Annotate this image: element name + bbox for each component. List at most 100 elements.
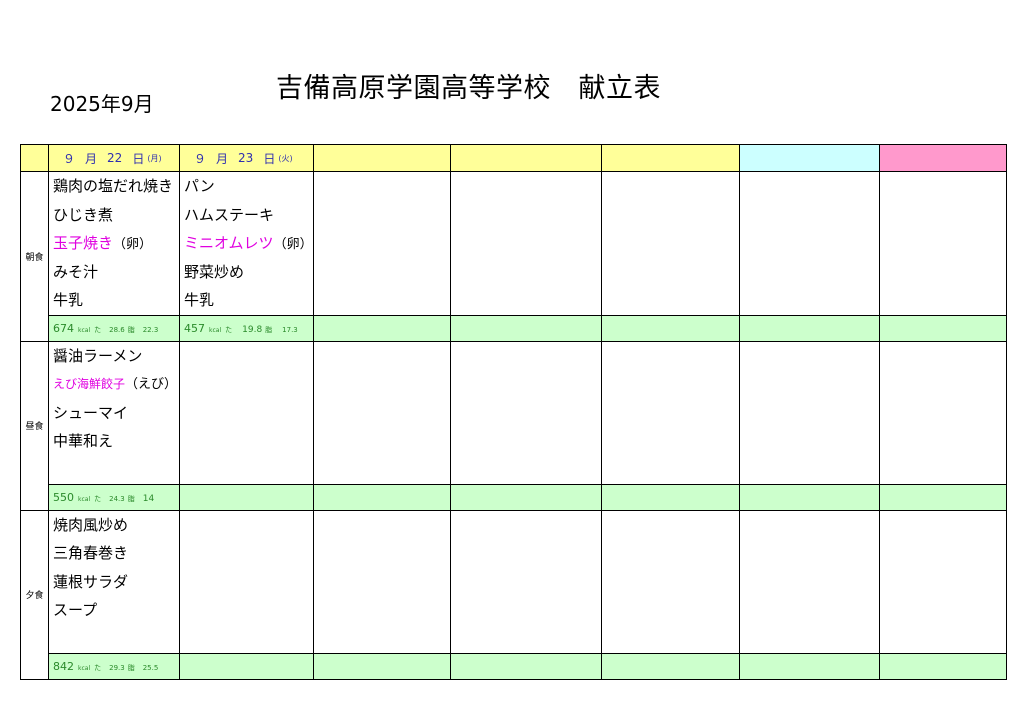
protein-label: た xyxy=(94,663,102,672)
fat-value: 25.5 xyxy=(142,663,159,672)
lunch-cell-empty xyxy=(738,340,880,485)
breakfast-cell-empty xyxy=(878,171,1007,316)
date-weekday: (火) xyxy=(278,153,293,163)
fat-value: 22.3 xyxy=(142,325,159,334)
date-header-day7 xyxy=(878,144,1007,172)
dinner-cell-empty xyxy=(600,509,740,654)
nutrition-cell-empty xyxy=(179,652,314,680)
nutrition-cell-empty xyxy=(449,314,602,342)
dish-item: ひじき煮 xyxy=(53,205,114,224)
kcal-unit: kcal xyxy=(209,326,222,334)
nutrition-cell-day1: 842 kcal た 29.3 脂 25.5 xyxy=(48,652,180,680)
month-label: 2025年9月 xyxy=(50,92,154,116)
dish-item: 三角春巻き xyxy=(53,544,129,562)
date-month-unit: 月 xyxy=(216,151,229,166)
date-header-day5 xyxy=(600,144,740,172)
nutrition-cell-empty xyxy=(179,483,314,511)
date-header-day3 xyxy=(312,144,451,172)
nutrition-cell-empty xyxy=(449,483,602,511)
meal-label-breakfast: 朝食 xyxy=(20,171,49,342)
dish-item: スープ xyxy=(53,601,98,619)
date-header-day4 xyxy=(449,144,602,172)
breakfast-cell-empty xyxy=(600,171,740,316)
kcal-value: 674 xyxy=(53,321,74,335)
breakfast-cell-day1: 鶏肉の塩だれ焼き ひじき煮 玉子焼き（卵） みそ汁 牛乳 xyxy=(48,171,180,316)
dish-item: 牛乳 xyxy=(184,291,215,309)
fat-label: 脂 xyxy=(265,325,273,334)
date-day: 22 xyxy=(107,151,123,165)
protein-label: た xyxy=(94,494,102,503)
lunch-cell-empty xyxy=(179,340,314,485)
nutrition-cell-empty xyxy=(600,652,740,680)
nutrition-cell-empty xyxy=(738,314,880,342)
kcal-unit: kcal xyxy=(78,495,91,503)
dish-item: 牛乳 xyxy=(53,291,84,309)
breakfast-cell-day2: パン ハムステーキ ミニオムレツ（卵） 野菜炒め 牛乳 xyxy=(179,171,314,316)
kcal-value: 457 xyxy=(184,321,205,335)
lunch-cell-empty xyxy=(600,340,740,485)
meal-label-dinner: 夕食 xyxy=(20,509,49,680)
nutrition-cell-empty xyxy=(312,314,451,342)
dish-item: 野菜炒め xyxy=(184,262,245,281)
date-header-day2: ９ 月 23 日 (火) xyxy=(179,144,314,172)
date-header-row: ９ 月 22 日 (月) ９ 月 23 日 (火) xyxy=(20,144,1007,172)
protein-value: 28.6 xyxy=(109,325,125,334)
breakfast-nutrition-row: 674 kcal た 28.6 脂 22.3 457 kcal た 19.8 脂… xyxy=(21,314,1007,342)
nutrition-cell-empty xyxy=(449,652,602,680)
dinner-cell-empty xyxy=(449,509,602,654)
nutrition-cell-empty xyxy=(600,483,740,511)
dish-item-allergen: えび海鮮餃子（えび） xyxy=(53,377,178,392)
date-month: ９ xyxy=(63,151,76,166)
breakfast-row: 朝食 鶏肉の塩だれ焼き ひじき煮 玉子焼き（卵） みそ汁 牛乳 パン ハムステー… xyxy=(20,171,1007,342)
dinner-row: 夕食 焼肉風炒め 三角春巻き 蓮根サラダ スープ xyxy=(20,509,1007,680)
protein-label: た xyxy=(94,325,102,334)
nutrition-cell-empty xyxy=(878,314,1007,342)
dish-item-allergen: ミニオムレツ（卵） xyxy=(184,234,313,252)
dish-item: シューマイ xyxy=(53,403,129,422)
allergen-note: （えび） xyxy=(125,377,178,392)
dish-item: 焼肉風炒め xyxy=(53,515,129,534)
breakfast-cell-empty xyxy=(449,171,602,316)
dish-item: パン xyxy=(184,177,215,195)
nutrition-cell-day2: 457 kcal た 19.8 脂 17.3 xyxy=(179,314,314,342)
dinner-cell-day1: 焼肉風炒め 三角春巻き 蓮根サラダ スープ xyxy=(48,509,180,654)
nutrition-cell-empty xyxy=(738,652,880,680)
dinner-cell-empty xyxy=(312,509,451,654)
meal-label-lunch: 昼食 xyxy=(20,340,49,511)
date-day-unit: 日 xyxy=(263,151,276,166)
nutrition-cell-empty xyxy=(312,483,451,511)
fat-label: 脂 xyxy=(127,325,135,334)
nutrition-cell-day1: 550 kcal た 24.3 脂 14 xyxy=(48,483,180,511)
nutrition-cell-day1: 674 kcal た 28.6 脂 22.3 xyxy=(48,314,180,342)
nutrition-cell-empty xyxy=(312,652,451,680)
allergen-note: （卵） xyxy=(113,237,153,252)
protein-label: た xyxy=(225,325,233,334)
fat-label: 脂 xyxy=(127,663,135,672)
kcal-unit: kcal xyxy=(78,326,91,334)
date-day-unit: 日 xyxy=(132,151,145,166)
lunch-cell-empty xyxy=(878,340,1007,485)
allergen-note: （卵） xyxy=(273,237,313,252)
nutrition-cell-empty xyxy=(738,483,880,511)
lunch-cell-empty xyxy=(312,340,451,485)
fat-value: 14 xyxy=(142,493,155,504)
nutrition-cell-empty xyxy=(878,652,1007,680)
dinner-cell-empty xyxy=(738,509,880,654)
lunch-nutrition-row: 550 kcal た 24.3 脂 14 xyxy=(21,483,1007,511)
nutrition-cell-empty xyxy=(878,483,1007,511)
header-stub-cell xyxy=(20,144,49,172)
fat-label: 脂 xyxy=(127,494,135,503)
date-month: ９ xyxy=(194,151,207,166)
dish-item: 鶏肉の塩だれ焼き xyxy=(53,177,174,195)
dinner-cell-empty xyxy=(179,509,314,654)
lunch-cell-empty xyxy=(449,340,602,485)
dish-item: 醤油ラーメン xyxy=(53,346,143,365)
breakfast-cell-empty xyxy=(738,171,880,316)
kcal-value: 842 xyxy=(53,659,74,673)
dinner-nutrition-row: 842 kcal た 29.3 脂 25.5 xyxy=(21,652,1007,680)
kcal-value: 550 xyxy=(53,490,74,504)
dish-item: みそ汁 xyxy=(53,262,99,281)
protein-value: 24.3 xyxy=(109,494,125,503)
date-day: 23 xyxy=(238,151,254,165)
kcal-unit: kcal xyxy=(78,664,91,672)
